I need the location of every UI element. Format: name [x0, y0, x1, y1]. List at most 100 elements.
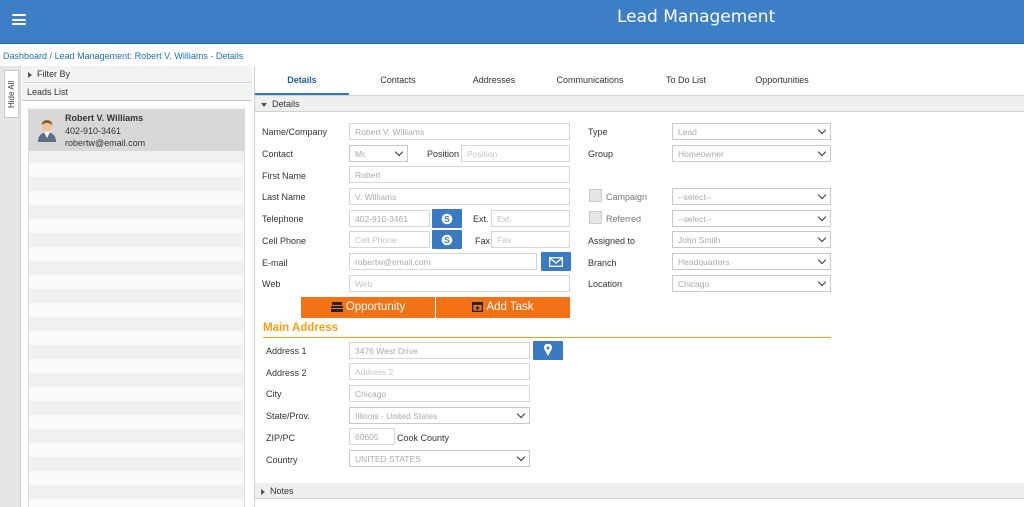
main-panel: Details Contacts Addresses Communication…	[254, 66, 1024, 507]
filter-by-toggle[interactable]: Filter By	[22, 66, 252, 83]
ext-label: Ext.	[473, 214, 489, 224]
lead-email: robertw@email.com	[65, 138, 146, 148]
position-field[interactable]: Position	[461, 145, 570, 162]
tab-details[interactable]: Details	[255, 75, 349, 85]
address2-label: Address 2	[266, 368, 307, 378]
address1-field[interactable]: 3476 West Drive	[349, 342, 530, 359]
main-address-divider	[263, 337, 831, 338]
add-task-button[interactable]: Add Task	[436, 297, 570, 318]
notes-section-toggle[interactable]: Notes	[255, 483, 1024, 499]
details-section-toggle[interactable]: Details	[255, 96, 1024, 112]
address2-field[interactable]: Address 2	[349, 363, 530, 380]
breadcrumb-current[interactable]: Lead Management: Robert V. Williams - De…	[55, 51, 244, 61]
chevron-down-icon	[516, 409, 526, 419]
main-address-title: Main Address	[263, 322, 338, 334]
skype-icon: S	[441, 213, 453, 225]
opportunity-button[interactable]: Opportunity	[301, 297, 435, 318]
fax-field[interactable]: Fax	[491, 231, 570, 248]
chevron-down-icon	[516, 452, 526, 462]
referred-select[interactable]: --select--	[672, 210, 831, 227]
tab-to-do-list[interactable]: To Do List	[638, 75, 734, 85]
country-label: Country	[266, 455, 298, 465]
city-label: City	[266, 389, 282, 399]
active-tab-indicator	[255, 93, 349, 95]
contact-select[interactable]: Mr.	[349, 145, 408, 162]
map-pin-icon	[544, 344, 552, 356]
location-label: Location	[588, 279, 623, 289]
fax-label: Fax	[475, 236, 491, 246]
last-name-field[interactable]: V. Williams	[349, 188, 570, 205]
filter-by-label: Filter By	[37, 69, 71, 79]
calendar-plus-icon	[472, 302, 484, 312]
type-select[interactable]: Lead	[672, 123, 831, 140]
telephone-field[interactable]: 402-910-3461	[349, 210, 430, 227]
campaign-select[interactable]: --select--	[672, 188, 831, 205]
branch-select[interactable]: Headquarters	[672, 253, 831, 270]
city-field[interactable]: Chicago	[349, 385, 530, 402]
type-label: Type	[588, 127, 608, 137]
lead-list-item[interactable]: Robert V. Williams 402-910-3461 robertw@…	[28, 109, 245, 151]
campaign-select-value: --select--	[678, 192, 712, 202]
notes-section-label: Notes	[270, 486, 294, 496]
top-bar: Lead Management	[0, 0, 1024, 44]
first-name-field[interactable]: Robert	[349, 166, 570, 183]
details-section-label: Details	[272, 99, 300, 109]
app-title: Lead Management	[617, 7, 776, 27]
svg-text:S: S	[444, 235, 450, 245]
location-select[interactable]: Chicago	[672, 275, 831, 292]
chevron-down-icon	[817, 277, 827, 287]
address1-label: Address 1	[266, 346, 307, 356]
referred-checkbox[interactable]	[589, 211, 602, 224]
lead-phone: 402-910-3461	[65, 126, 122, 136]
group-label: Group	[588, 149, 614, 159]
location-select-value: Chicago	[678, 279, 710, 289]
assigned-to-select[interactable]: John Smith	[672, 231, 831, 248]
county-text: Cook County	[397, 433, 450, 443]
country-select[interactable]: UNITED STATES	[349, 450, 530, 467]
add-task-button-label: Add Task	[486, 301, 534, 313]
tab-addresses[interactable]: Addresses	[446, 75, 542, 85]
referred-label: Referred	[606, 214, 642, 224]
assigned-to-select-value: John Smith	[678, 235, 721, 245]
referred-select-value: --select--	[678, 214, 712, 224]
skype-call-telephone-button[interactable]: S	[432, 209, 462, 228]
name-company-field[interactable]: Robert V. Williams	[349, 123, 570, 140]
hide-all-strip	[0, 66, 21, 507]
branch-label: Branch	[588, 258, 617, 268]
cell-phone-field[interactable]: Cell Phone	[349, 231, 430, 248]
chevron-down-icon	[817, 125, 827, 135]
last-name-label: Last Name	[262, 192, 306, 202]
skype-call-cell-button[interactable]: S	[432, 230, 462, 249]
opportunity-button-label: Opportunity	[345, 301, 406, 313]
first-name-label: First Name	[262, 171, 307, 181]
cell-phone-label: Cell Phone	[262, 236, 307, 246]
chevron-down-icon	[817, 212, 827, 222]
state-label: State/Prov.	[266, 411, 310, 421]
cash-register-icon	[330, 302, 343, 312]
envelope-icon	[549, 257, 563, 267]
email-field[interactable]: robertw@email.com	[349, 253, 537, 270]
ext-field[interactable]: Ext.	[491, 210, 570, 227]
zip-field[interactable]: 60605	[349, 428, 395, 445]
breadcrumb-home-link[interactable]: Dashboard	[3, 51, 47, 61]
map-location-button[interactable]	[533, 341, 563, 360]
send-email-button[interactable]	[541, 252, 571, 271]
tab-contacts[interactable]: Contacts	[350, 75, 446, 85]
tab-communications[interactable]: Communications	[542, 75, 638, 85]
tab-opportunities[interactable]: Opportunities	[734, 75, 830, 85]
hamburger-icon[interactable]	[12, 14, 26, 25]
chevron-down-icon	[817, 147, 827, 157]
leads-list	[28, 107, 245, 507]
campaign-checkbox[interactable]	[589, 189, 602, 202]
state-select[interactable]: Illinois - United States	[349, 407, 530, 424]
position-label: Position	[427, 149, 460, 159]
hide-all-toggle[interactable]: Hide All	[4, 70, 19, 118]
leads-list-header: Leads List	[22, 84, 252, 101]
chevron-down-icon	[817, 255, 827, 265]
hide-all-label: Hide All	[7, 80, 16, 108]
assigned-to-label: Assigned to	[588, 236, 636, 246]
chevron-down-icon	[817, 190, 827, 200]
group-select[interactable]: Homeowner	[672, 145, 831, 162]
web-field[interactable]: Web	[349, 275, 570, 292]
collapse-down-icon	[261, 102, 267, 107]
